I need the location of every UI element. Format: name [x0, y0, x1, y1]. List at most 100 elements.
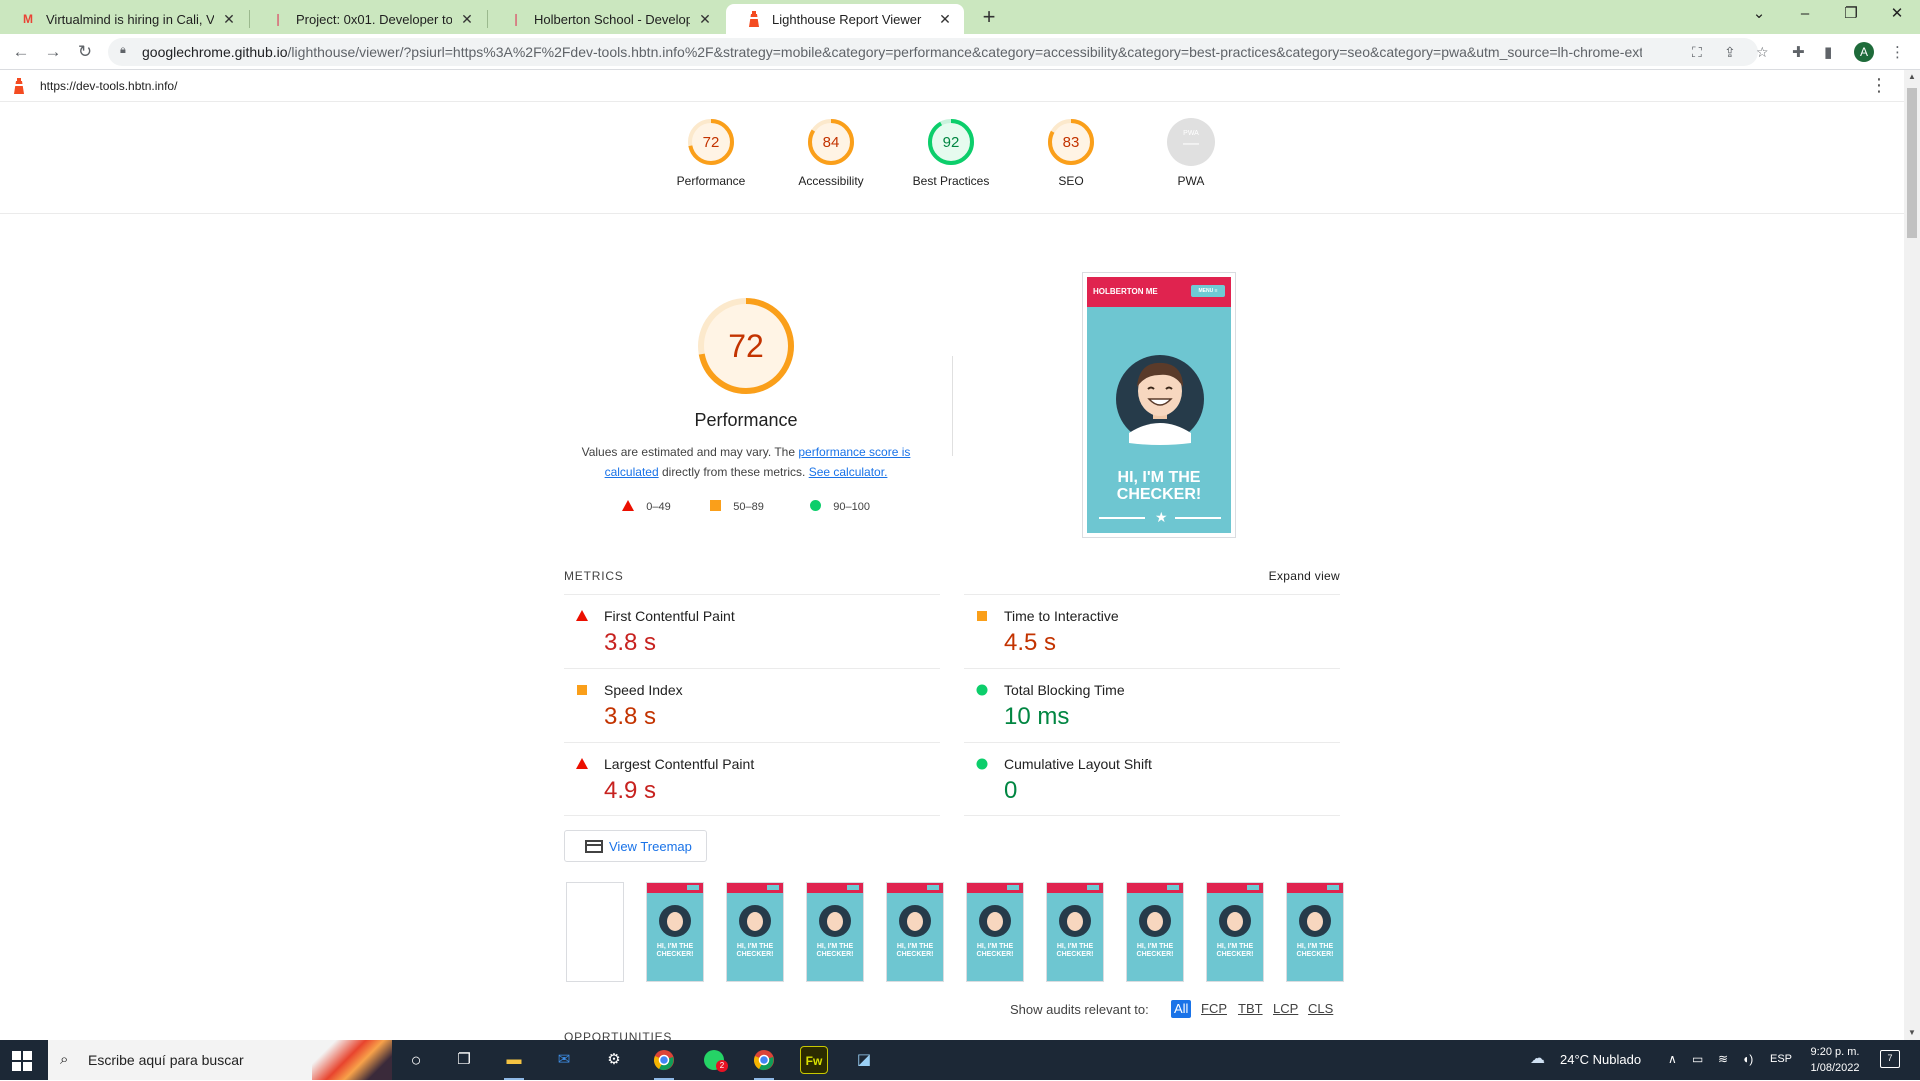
gauge-best-practices[interactable]: 92 Best Practices [891, 118, 1011, 188]
new-tab-button[interactable]: + [975, 4, 1003, 32]
metric-fcp: First Contentful Paint 3.8 s [564, 594, 940, 668]
metric-name: Cumulative Layout Shift [1004, 756, 1152, 772]
lighthouse-icon [746, 11, 762, 27]
language-indicator[interactable]: ESP [1770, 1053, 1792, 1065]
frame-text: HI, I'M THE CHECKER! [976, 943, 1014, 958]
close-tab-icon[interactable]: ✕ [696, 11, 714, 28]
filmstrip-frame: HI, I'M THE CHECKER! [966, 882, 1024, 982]
tab-title: Lighthouse Report Viewer [772, 11, 922, 27]
extensions-icon[interactable]: ✚ [1792, 43, 1805, 61]
frame-header [1287, 883, 1343, 893]
forward-button[interactable]: → [40, 40, 66, 66]
side-panel-icon[interactable]: ▮ [1824, 43, 1832, 61]
bookmark-star-icon[interactable]: ☆ [1756, 44, 1769, 61]
fireworks-icon[interactable]: Fw [800, 1046, 828, 1074]
tray-chevron-icon[interactable]: ∧ [1668, 1052, 1677, 1066]
fail-triangle-icon [622, 500, 634, 511]
frame-avatar [739, 905, 771, 937]
close-tab-icon[interactable]: ✕ [458, 11, 476, 28]
filter-lcp[interactable]: LCP [1270, 1000, 1301, 1018]
weather-cloud-icon[interactable]: ☁ [1530, 1049, 1545, 1067]
scrollbar-thumb[interactable] [1907, 88, 1917, 238]
settings-gear-icon[interactable]: ⚙ [600, 1046, 628, 1074]
scroll-up-arrow[interactable]: ▲ [1908, 72, 1916, 81]
gauge-performance[interactable]: 72 Performance [651, 118, 771, 188]
lock-icon[interactable]: 🔒︎ [120, 44, 134, 60]
view-treemap-button[interactable]: View Treemap [564, 830, 707, 862]
notepad-icon[interactable]: ◪ [850, 1046, 878, 1074]
expand-view-toggle[interactable]: Expand view [1269, 569, 1340, 583]
address-bar[interactable]: 🔒︎ googlechrome.github.io/lighthouse/vie… [108, 38, 1769, 66]
frame-body: HI, I'M THE CHECKER! [1127, 893, 1183, 981]
cortana-icon[interactable]: ○ [402, 1046, 430, 1074]
close-tab-icon[interactable]: ✕ [936, 11, 954, 28]
filter-all[interactable]: All [1171, 1000, 1192, 1018]
page-scrollbar[interactable]: ▲ ▼ [1904, 70, 1920, 1040]
close-tab-icon[interactable]: ✕ [220, 11, 238, 28]
filter-cls[interactable]: CLS [1305, 1000, 1336, 1018]
close-window-button[interactable]: ✕ [1874, 0, 1920, 30]
chrome-profile-icon[interactable] [750, 1046, 778, 1080]
tab-holberton-school[interactable]: ❘ Holberton School - Developer to ✕ [488, 4, 724, 34]
meet-now-icon[interactable]: ▭ [1692, 1052, 1703, 1066]
browser-toolbar: ← → ↻ 🔒︎ googlechrome.github.io/lighthou… [0, 34, 1920, 70]
gauge-pwa[interactable]: PWA — PWA [1131, 118, 1251, 188]
wifi-icon[interactable]: ≋ [1718, 1052, 1728, 1066]
filter-tbt[interactable]: TBT [1235, 1000, 1266, 1018]
tab-lighthouse-viewer[interactable]: Lighthouse Report Viewer ✕ [726, 4, 964, 34]
pass-circle-icon [976, 758, 988, 770]
frame-body: HI, I'M THE CHECKER! [1287, 893, 1343, 981]
notification-center-icon[interactable]: 7 [1880, 1050, 1900, 1068]
profile-avatar[interactable]: A [1854, 42, 1874, 62]
frame-text: HI, I'M THE CHECKER! [1296, 943, 1334, 958]
screenshot-headline: HI, I'M THE CHECKER! [1116, 469, 1202, 503]
metric-cls: Cumulative Layout Shift 0 [964, 742, 1340, 816]
performance-description: Values are estimated and may vary. The p… [581, 445, 911, 479]
metric-speed-index: Speed Index 3.8 s [564, 668, 940, 742]
average-square-icon [977, 611, 987, 621]
weather-text[interactable]: 24°C Nublado [1560, 1052, 1641, 1067]
tab-virtualmind[interactable]: M Virtualmind is hiring in Cali, Valle ✕ [0, 4, 248, 34]
windows-start-icon[interactable] [12, 1051, 32, 1071]
metrics-header: METRICS Expand view [564, 569, 1340, 583]
tab-title: Holberton School - Developer to [534, 11, 690, 27]
report-topbar: https://dev-tools.hbtn.info/ ⋮ [0, 70, 1904, 102]
legend-average: 50–89 [710, 500, 764, 513]
gauge-seo[interactable]: 83 SEO [1011, 118, 1131, 188]
back-button[interactable]: ← [8, 40, 34, 66]
report-menu-icon[interactable]: ⋮ [1870, 75, 1888, 96]
scroll-down-arrow[interactable]: ▼ [1908, 1028, 1916, 1037]
share-icon[interactable]: ⇪ [1724, 44, 1736, 61]
chrome-icon[interactable] [650, 1046, 678, 1080]
tab-title: Virtualmind is hiring in Cali, Valle [46, 11, 214, 27]
reload-button[interactable]: ↻ [72, 40, 98, 66]
gauge-accessibility[interactable]: 84 Accessibility [771, 118, 891, 188]
pass-circle-icon [810, 500, 821, 511]
tab-project-devtools[interactable]: ❘ Project: 0x01. Developer tools | H ✕ [250, 4, 486, 34]
metric-name: Total Blocking Time [1004, 682, 1125, 698]
legend-pass: 90–100 [810, 500, 870, 513]
whatsapp-icon[interactable]: 2 [700, 1046, 728, 1074]
see-calculator-link[interactable]: See calculator. [809, 465, 888, 479]
frame-body: HI, I'M THE CHECKER! [807, 893, 863, 981]
filter-fcp[interactable]: FCP [1198, 1000, 1230, 1018]
minimize-button[interactable]: – [1782, 0, 1828, 30]
task-view-icon[interactable]: ❐ [450, 1046, 478, 1074]
windows-taskbar: ⌕ Escribe aquí para buscar ○ ❐ ▬ ✉ ⚙ 2 F… [0, 1040, 1920, 1080]
volume-icon[interactable]: ◖) [1742, 1052, 1753, 1066]
frame-body: HI, I'M THE CHECKER! [967, 893, 1023, 981]
taskbar-search[interactable]: ⌕ Escribe aquí para buscar [48, 1040, 392, 1080]
file-explorer-icon[interactable]: ▬ [500, 1046, 528, 1080]
mail-icon[interactable]: ✉ [550, 1046, 578, 1074]
category-label: Best Practices [912, 174, 990, 188]
translate-icon[interactable]: ⛶ [1692, 44, 1702, 61]
menu-kebab-icon[interactable]: ⋮ [1890, 43, 1905, 61]
metric-name: Largest Contentful Paint [604, 756, 755, 772]
taskbar-clock[interactable]: 9:20 p. m. 1/08/2022 [1800, 1044, 1870, 1076]
restore-button[interactable]: ❐ [1828, 0, 1874, 30]
final-screenshot[interactable]: HOLBERTON ME MENU ≡ HI, I'M THE CHECKER! … [1082, 272, 1236, 538]
frame-header [1047, 883, 1103, 893]
tab-search-chevron-icon[interactable]: ⌄ [1736, 0, 1782, 30]
tested-url[interactable]: https://dev-tools.hbtn.info/ [40, 79, 177, 93]
filmstrip-frame: HI, I'M THE CHECKER! [646, 882, 704, 982]
